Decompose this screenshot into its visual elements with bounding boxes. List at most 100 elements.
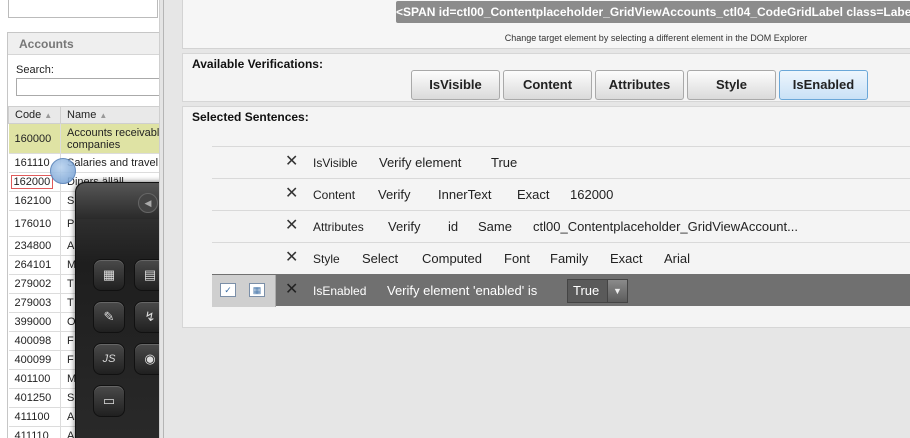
- sentence-kind: Content: [313, 188, 356, 202]
- check-icon[interactable]: ✓: [220, 283, 236, 297]
- code-cell: 176010: [8, 210, 61, 237]
- sentence-row-isenabled[interactable]: ✓ ▦ ✕ IsEnabled Verify element 'enabled'…: [212, 274, 910, 307]
- verifications-title: Available Verifications:: [192, 57, 323, 71]
- sentence-list: ✕ IsVisible Verify element True ✕ Conten…: [212, 146, 910, 307]
- sentence-row-content[interactable]: ✕ Content Verify InnerText Exact 162000: [212, 178, 910, 210]
- verification-buttons: IsVisible Content Attributes Style IsEna…: [411, 70, 868, 100]
- sentence-kind: Attributes: [313, 220, 364, 234]
- javascript-icon[interactable]: JS: [93, 343, 125, 375]
- code-cell: 411100: [8, 407, 61, 427]
- remove-icon[interactable]: ✕: [285, 250, 298, 266]
- content-button[interactable]: Content: [503, 70, 592, 100]
- remove-icon[interactable]: ✕: [285, 282, 298, 298]
- sentence-word[interactable]: id: [448, 219, 458, 234]
- sentence-word[interactable]: Exact: [517, 187, 550, 202]
- isvisible-button[interactable]: IsVisible: [411, 70, 500, 100]
- sentence-kind: IsVisible: [313, 156, 358, 170]
- code-value: 279002: [14, 278, 52, 290]
- code-cell: 401100: [8, 369, 61, 389]
- accounts-title: Accounts: [8, 33, 159, 55]
- grid-icon[interactable]: ▦: [93, 259, 125, 291]
- verification-panel: <SPAN id=ctl00_Contentplaceholder_GridVi…: [163, 0, 910, 438]
- code-cell: 279002: [8, 274, 61, 294]
- sentences-title: Selected Sentences:: [192, 110, 309, 124]
- code-value: 162100: [14, 195, 52, 207]
- chart-icon[interactable]: ▤: [134, 259, 159, 291]
- sentence-word[interactable]: Verify: [378, 187, 411, 202]
- chevron-down-icon[interactable]: ▼: [607, 280, 627, 302]
- attributes-button[interactable]: Attributes: [595, 70, 684, 100]
- value-select[interactable]: True ▼: [567, 279, 628, 303]
- target-element-box: <SPAN id=ctl00_Contentplaceholder_GridVi…: [182, 0, 910, 49]
- sentence-word[interactable]: InnerText: [438, 187, 491, 202]
- code-value: 411100: [14, 411, 50, 423]
- code-value: 401250: [14, 392, 52, 404]
- name-cell: Accounts receivable companies: [60, 123, 159, 154]
- sentence-word[interactable]: 162000: [570, 187, 613, 202]
- search-input[interactable]: [16, 78, 159, 96]
- code-cell: 400099: [8, 350, 61, 370]
- code-cell: 264101: [8, 255, 61, 275]
- table-row[interactable]: 161110 Salaries and travel: [8, 153, 159, 173]
- value-select-text: True: [573, 283, 600, 298]
- drag-handle[interactable]: [50, 158, 76, 184]
- code-cell: 399000: [8, 312, 61, 332]
- sentence-kind: IsEnabled: [313, 284, 367, 298]
- code-value: 400098: [14, 335, 52, 347]
- lightning-icon[interactable]: ↯: [134, 301, 159, 333]
- column-header-code[interactable]: Code ▲: [8, 106, 61, 124]
- edit-icon[interactable]: ✎: [93, 301, 125, 333]
- sentence-word[interactable]: True: [491, 155, 517, 170]
- table-row[interactable]: 160000 Accounts receivable companies: [8, 123, 159, 154]
- mouse-icon[interactable]: ◉: [134, 343, 159, 375]
- sentence-word[interactable]: ctl00_Contentplaceholder_GridViewAccount…: [533, 219, 798, 234]
- selected-sentences: Selected Sentences: ✕ IsVisible Verify e…: [182, 106, 910, 328]
- code-value: 401100: [14, 373, 51, 385]
- sort-icon: ▲: [99, 111, 108, 120]
- column-header-name[interactable]: Name ▲: [60, 106, 159, 124]
- target-element-label: <SPAN id=ctl00_Contentplaceholder_GridVi…: [396, 1, 910, 23]
- sentence-word[interactable]: Computed: [422, 251, 482, 266]
- remove-icon[interactable]: ✕: [285, 154, 298, 170]
- sentence-word[interactable]: Family: [550, 251, 588, 266]
- sentence-row-isvisible[interactable]: ✕ IsVisible Verify element True: [212, 146, 910, 178]
- sentence-word[interactable]: Verify: [388, 219, 421, 234]
- sentence-row-style[interactable]: ✕ Style Select Computed Font Family Exac…: [212, 242, 910, 274]
- code-value: 399000: [14, 316, 52, 328]
- sentence-word[interactable]: Select: [362, 251, 398, 266]
- sentence-row-attributes[interactable]: ✕ Attributes Verify id Same ctl00_Conten…: [212, 210, 910, 242]
- sentence-word[interactable]: Font: [504, 251, 530, 266]
- sentence-kind: Style: [313, 252, 340, 266]
- sentence-word[interactable]: Verify element: [379, 155, 461, 170]
- code-value: 411110: [14, 430, 49, 438]
- sentence-word[interactable]: Same: [478, 219, 512, 234]
- isenabled-button[interactable]: IsEnabled: [779, 70, 868, 100]
- row-tools: ✓ ▦: [212, 275, 276, 307]
- grid-icon[interactable]: ▦: [249, 283, 265, 297]
- code-value: 279003: [14, 297, 52, 309]
- search-label: Search:: [16, 64, 54, 76]
- style-button[interactable]: Style: [687, 70, 776, 100]
- code-value: 264101: [14, 259, 52, 271]
- sort-icon: ▲: [44, 111, 53, 120]
- window-icon[interactable]: ▭: [93, 385, 125, 417]
- sentence-word[interactable]: Arial: [664, 251, 690, 266]
- code-cell: 160000: [8, 123, 61, 154]
- code-cell: 400098: [8, 331, 61, 351]
- sentence-word[interactable]: Exact: [610, 251, 643, 266]
- floating-toolbar[interactable]: ◀ ▦ ▤ ✎ ↯ JS ◉ ▭: [75, 182, 159, 438]
- code-cell: 234800: [8, 236, 61, 256]
- chevron-left-icon[interactable]: ◀: [138, 193, 158, 213]
- code-value: 234800: [14, 240, 52, 252]
- remove-icon[interactable]: ✕: [285, 186, 298, 202]
- code-cell: 401250: [8, 388, 61, 408]
- code-value: 161110: [14, 157, 50, 169]
- remove-icon[interactable]: ✕: [285, 218, 298, 234]
- top-input[interactable]: [8, 0, 158, 18]
- available-verifications: Available Verifications: IsVisible Conte…: [182, 53, 910, 102]
- code-value: 160000: [14, 132, 52, 145]
- sentence-word[interactable]: Verify element 'enabled' is: [387, 283, 537, 298]
- code-value: 162000: [10, 175, 54, 189]
- code-cell: 279003: [8, 293, 61, 313]
- accounts-page: Accounts Search: Code ▲ Name ▲ 160000 Accou…: [0, 0, 160, 438]
